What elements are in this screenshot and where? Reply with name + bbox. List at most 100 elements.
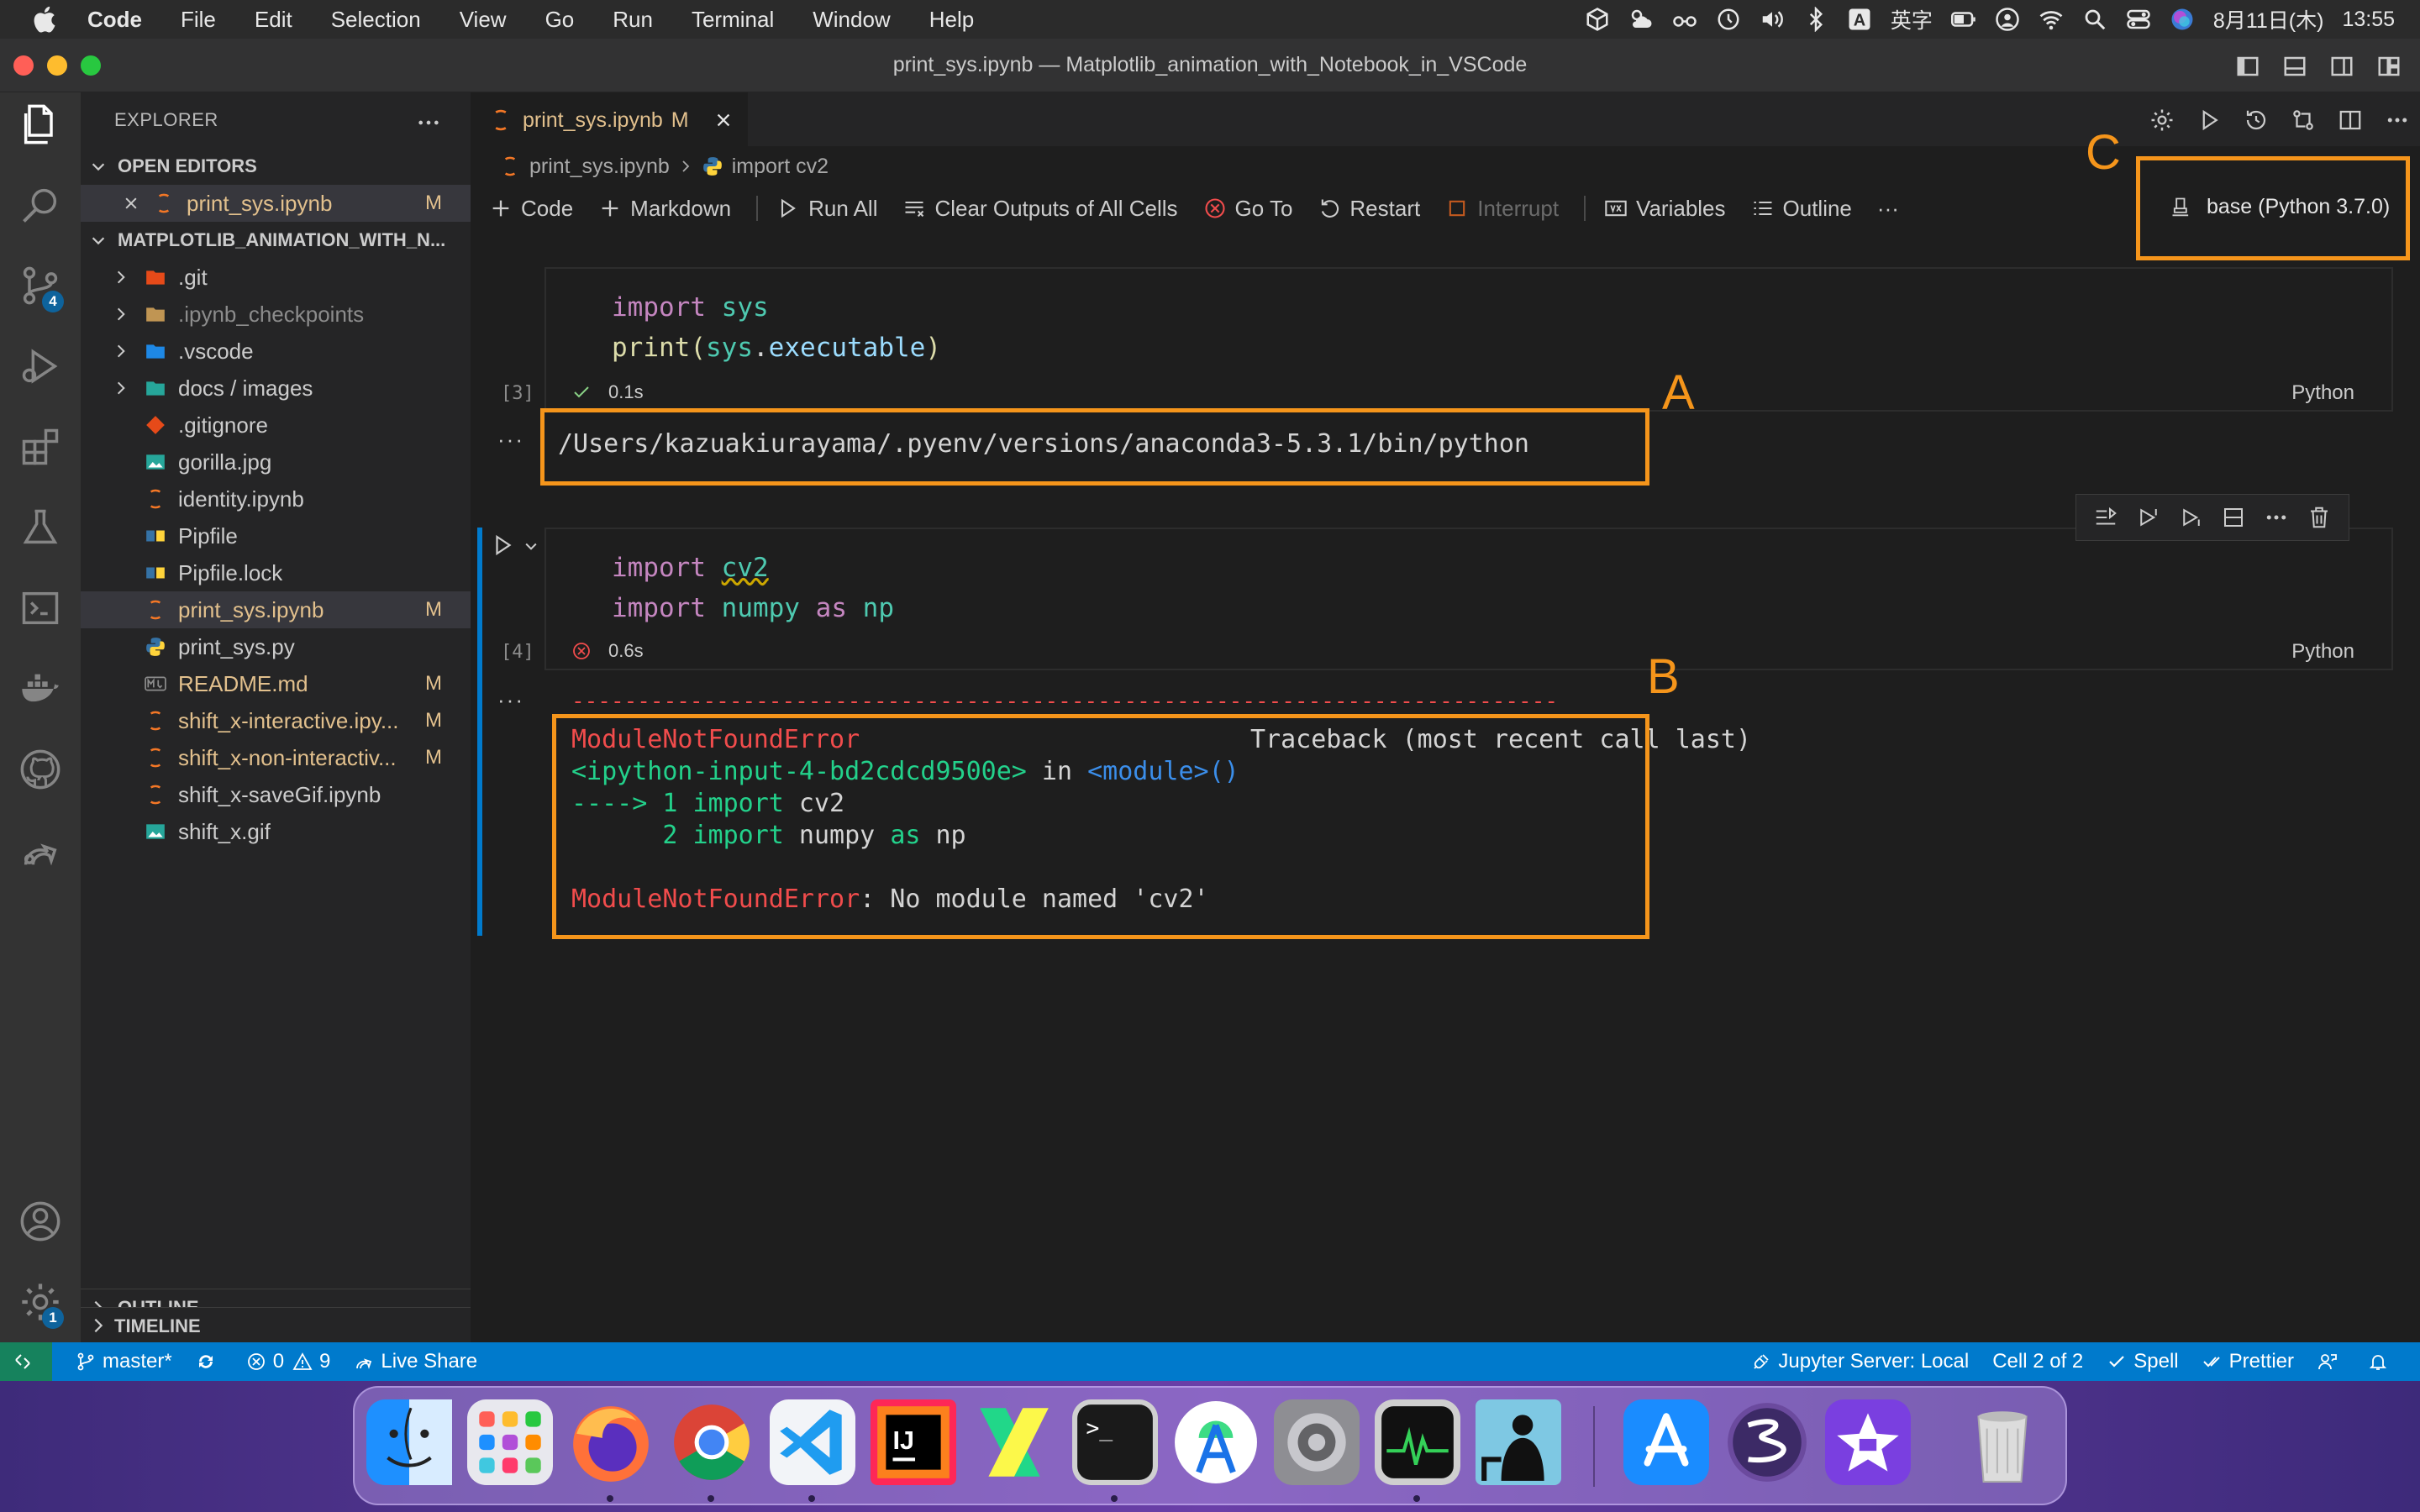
user-icon[interactable] <box>1995 7 2020 32</box>
activity-monitor-app-icon[interactable] <box>1375 1399 1460 1485</box>
system-preferences-app-icon[interactable] <box>1274 1399 1360 1485</box>
accounts-icon[interactable] <box>18 1200 62 1243</box>
interrupt-button[interactable]: Interrupt <box>1445 196 1559 222</box>
code-line-2[interactable]: import numpy as np <box>612 588 894 628</box>
tree-item-vscode[interactable]: .vscode <box>81 333 471 370</box>
outline-button[interactable]: Outline <box>1751 196 1852 222</box>
remote-explorer-icon[interactable] <box>18 586 62 630</box>
execute-above-icon[interactable] <box>2136 505 2161 530</box>
spell-indicator[interactable]: Spell <box>2107 1350 2179 1373</box>
run-debug-icon[interactable] <box>18 344 62 388</box>
run-cell-icon[interactable] <box>491 533 516 558</box>
github-icon[interactable] <box>18 748 62 791</box>
tree-item-shift-x-interactive[interactable]: shift_x-interactive.ipy... M <box>81 702 471 739</box>
toggle-panel-icon[interactable] <box>2282 54 2307 79</box>
launchpad-app-icon[interactable] <box>467 1399 553 1485</box>
menu-edit[interactable]: Edit <box>255 7 292 33</box>
run-by-line-icon[interactable] <box>2093 505 2118 530</box>
tree-item-docs-images[interactable]: docs / images <box>81 370 471 407</box>
gear-icon[interactable] <box>2149 108 2175 133</box>
menubar-date[interactable]: 8月11日(木) <box>2213 4 2324 34</box>
breadcrumb-symbol[interactable]: import cv2 <box>732 155 829 179</box>
tree-item-identity-ipynb[interactable]: identity.ipynb <box>81 480 471 517</box>
split-editor-icon[interactable] <box>2338 108 2363 133</box>
app-store-app-icon[interactable] <box>1623 1399 1709 1485</box>
battery-icon[interactable] <box>1950 7 1976 32</box>
siri-icon[interactable] <box>2170 7 2195 32</box>
menu-selection[interactable]: Selection <box>331 7 421 33</box>
time-machine-icon[interactable] <box>1716 7 1741 32</box>
terminal-app-icon[interactable]: >_ <box>1072 1399 1158 1485</box>
tree-item-gitignore[interactable]: .gitignore <box>81 407 471 444</box>
prettier-indicator[interactable]: Prettier <box>2202 1350 2294 1373</box>
more-actions-icon[interactable] <box>2264 505 2289 530</box>
tree-item-pipfile[interactable]: Pipfile <box>81 517 471 554</box>
toggle-secondary-sidebar-icon[interactable] <box>2329 54 2354 79</box>
volume-icon[interactable] <box>1760 7 1785 32</box>
variables-button[interactable]: Variables <box>1604 196 1726 222</box>
explorer-files-icon[interactable] <box>18 102 62 146</box>
open-editor-item[interactable]: print_sys.ipynb M <box>81 185 471 222</box>
tree-item-pipfile-lock[interactable]: Pipfile.lock <box>81 554 471 591</box>
chrome-app-icon[interactable] <box>669 1399 755 1485</box>
tab-print-sys[interactable]: print_sys.ipynb M <box>471 92 748 146</box>
tree-item-print-sys-ipynb[interactable]: print_sys.ipynb M <box>81 591 471 628</box>
output-more-button[interactable]: ··· <box>497 427 524 453</box>
split-cell-icon[interactable] <box>2221 505 2246 530</box>
tree-item-shift-x-savegif[interactable]: shift_x-saveGif.ipynb <box>81 776 471 813</box>
tree-item-git[interactable]: .git <box>81 259 471 296</box>
execute-below-icon[interactable] <box>2179 505 2204 530</box>
notifications-button[interactable] <box>2368 1352 2395 1372</box>
problems-indicator[interactable]: 0 9 <box>246 1350 330 1373</box>
menu-help[interactable]: Help <box>929 7 974 33</box>
code-cell-2[interactable]: import cv2 import numpy as np 0.6s Pytho… <box>544 528 2393 670</box>
customize-layout-icon[interactable] <box>2376 54 2402 79</box>
more-actions-icon[interactable] <box>417 114 440 131</box>
menu-run[interactable]: Run <box>613 7 653 33</box>
vscode-app-icon[interactable] <box>770 1399 855 1485</box>
imovie-app-icon[interactable] <box>1825 1399 1911 1485</box>
timeline-row[interactable]: TIMELINE <box>81 1307 471 1342</box>
ime-label[interactable]: 英字 <box>1891 4 1933 34</box>
jupyter-server-indicator[interactable]: Jupyter Server: Local <box>1751 1350 1969 1373</box>
output-more-button[interactable]: ··· <box>497 687 524 713</box>
tree-item-gorilla-jpg[interactable]: gorilla.jpg <box>81 444 471 480</box>
testing-flask-icon[interactable] <box>18 506 62 549</box>
zoom-window-button[interactable] <box>81 55 101 76</box>
menu-go[interactable]: Go <box>545 7 575 33</box>
live-share-icon[interactable] <box>18 828 62 872</box>
run-icon[interactable] <box>2196 108 2222 133</box>
apple-logo-icon[interactable] <box>29 3 62 36</box>
weather-icon[interactable] <box>1628 7 1654 32</box>
add-code-cell-button[interactable]: Code <box>489 196 573 222</box>
sync-button[interactable] <box>196 1352 223 1372</box>
cell-language[interactable]: Python <box>2291 640 2354 664</box>
more-actions-icon[interactable] <box>2385 108 2410 133</box>
toggle-sidebar-icon[interactable] <box>2235 54 2260 79</box>
docker-icon[interactable] <box>18 667 62 711</box>
control-center-icon[interactable] <box>2126 7 2151 32</box>
bluetooth-icon[interactable] <box>1803 7 1828 32</box>
emacs-app-icon[interactable] <box>1724 1399 1810 1485</box>
live-share-button[interactable]: Live Share <box>354 1350 477 1373</box>
kindle-app-icon[interactable] <box>1476 1399 1561 1485</box>
branch-indicator[interactable]: master* <box>76 1350 172 1373</box>
tree-item-shift-x-non-interactive[interactable]: shift_x-non-interactiv... M <box>81 739 471 776</box>
compare-changes-icon[interactable] <box>2291 108 2316 133</box>
chevron-down-icon[interactable] <box>523 538 539 554</box>
input-source-icon[interactable]: A <box>1847 7 1872 32</box>
menubar-time[interactable]: 13:55 <box>2342 8 2395 32</box>
code-line-1[interactable]: import sys <box>612 287 769 328</box>
menu-file[interactable]: File <box>181 7 216 33</box>
remote-indicator[interactable] <box>0 1342 52 1381</box>
wifi-icon[interactable] <box>2039 7 2064 32</box>
run-all-button[interactable]: Run All <box>776 196 877 222</box>
menu-app-name[interactable]: Code <box>87 7 142 33</box>
close-icon[interactable] <box>714 111 733 129</box>
finder-app-icon[interactable] <box>366 1399 452 1485</box>
minimize-window-button[interactable] <box>47 55 67 76</box>
cell-position-indicator[interactable]: Cell 2 of 2 <box>1992 1350 2083 1373</box>
tree-item-print-sys-py[interactable]: print_sys.py <box>81 628 471 665</box>
spotlight-search-icon[interactable] <box>2082 7 2107 32</box>
code-line-1[interactable]: import cv2 <box>612 548 769 588</box>
